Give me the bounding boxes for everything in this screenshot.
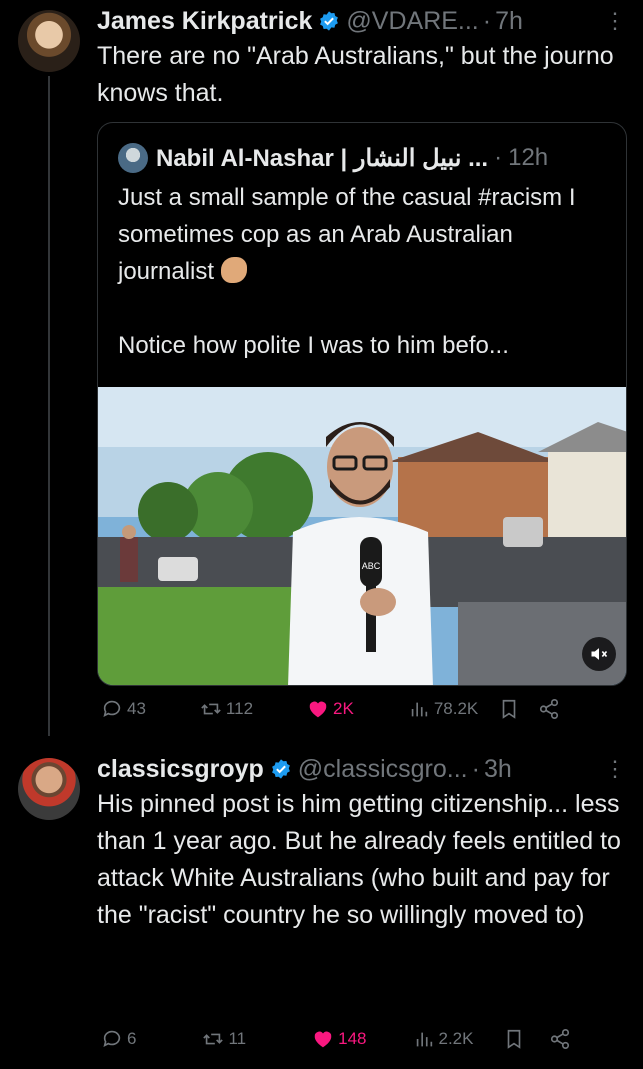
author-name[interactable]: James Kirkpatrick (97, 7, 312, 36)
views-icon (416, 1032, 432, 1047)
separator-dot: · (494, 144, 503, 171)
reply-button[interactable]: 43 (101, 698, 146, 720)
reply-count: 43 (127, 699, 146, 718)
tweet: James Kirkpatrick @VDARE... · 7h ⋮ There… (97, 4, 627, 112)
thread-connector-line (48, 76, 50, 736)
separator-dot: · (482, 6, 492, 35)
bookmark-button[interactable] (503, 1028, 525, 1050)
timestamp[interactable]: 3h (484, 755, 512, 784)
quoted-tweet-header: Nabil Al-Nashar | نبيل النشار ... · 12h (98, 123, 626, 173)
repost-button[interactable]: 11 (202, 1028, 246, 1050)
separator-dot: · (471, 754, 480, 783)
like-count: 2K (333, 699, 354, 718)
share-icon (551, 1029, 570, 1049)
reply-button[interactable]: 6 (101, 1028, 136, 1050)
repost-button[interactable]: 112 (200, 698, 253, 720)
tweet-text: There are no "Arab Australians," but the… (97, 42, 614, 107)
quoted-text: Just a small sample of the casual #racis… (98, 173, 626, 364)
like-button[interactable]: 2K (307, 698, 354, 720)
view-count: 78.2K (433, 699, 479, 718)
repost-count: 112 (225, 699, 254, 718)
more-options-icon[interactable]: ⋮ (604, 756, 627, 782)
repost-icon (201, 703, 221, 715)
quoted-tweet[interactable]: Nabil Al-Nashar | نبيل النشار ... · 12h … (97, 122, 627, 686)
quoted-avatar (118, 143, 148, 173)
share-icon (540, 699, 559, 719)
tweet-text: His pinned post is him getting citizensh… (97, 790, 621, 929)
more-options-icon[interactable]: ⋮ (604, 8, 627, 34)
tweet-actions: 43 112 2K 78.2K (97, 698, 627, 720)
mute-icon[interactable] (582, 637, 616, 671)
views-button[interactable]: 78.2K (408, 698, 478, 720)
tweet: classicsgroyp @classicsgro... · 3h ⋮ His… (97, 752, 627, 934)
like-button[interactable]: 148 (312, 1028, 367, 1050)
like-count: 148 (338, 1029, 367, 1048)
avatar[interactable] (18, 758, 80, 820)
timestamp[interactable]: 7h (495, 7, 523, 36)
microphone-logo: ABC (362, 561, 381, 571)
heart-icon (314, 1031, 332, 1048)
view-count: 2.2K (438, 1029, 474, 1048)
repost-count: 11 (228, 1029, 247, 1048)
heart-icon (309, 701, 327, 718)
pinching-hand-emoji (220, 257, 247, 283)
video-scene-image: ABC (98, 387, 626, 685)
tweet-header: classicsgroyp @classicsgro... · 3h ⋮ (97, 752, 627, 786)
video-thumbnail[interactable]: ABC (98, 387, 626, 685)
bookmark-button[interactable] (498, 698, 520, 720)
quoted-text-line1: Just a small sample of the casual #racis… (118, 184, 576, 285)
repost-icon (203, 1033, 224, 1045)
author-handle[interactable]: @VDARE... (346, 7, 478, 36)
reply-icon (103, 700, 121, 717)
share-button[interactable] (538, 698, 560, 720)
quoted-author-name: Nabil Al-Nashar | نبيل النشار ... (156, 144, 489, 172)
author-name[interactable]: classicsgroyp (97, 755, 264, 784)
author-handle[interactable]: @classicsgro... (298, 755, 468, 784)
tweet-header: James Kirkpatrick @VDARE... · 7h ⋮ (97, 4, 627, 38)
verified-badge-icon (271, 759, 290, 779)
tweet-actions: 6 11 148 2.2K (97, 1028, 627, 1050)
verified-badge-icon (320, 11, 339, 31)
reply-icon (103, 1030, 121, 1047)
reply-count: 6 (127, 1029, 137, 1048)
avatar[interactable] (18, 10, 80, 72)
bookmark-icon (502, 699, 516, 719)
bookmark-icon (508, 1029, 521, 1049)
share-button[interactable] (549, 1028, 571, 1050)
quoted-timestamp: 12h (508, 144, 549, 171)
views-button[interactable]: 2.2K (413, 1028, 474, 1050)
views-icon (411, 702, 427, 717)
quoted-text-line2: Notice how polite I was to him befo... (118, 332, 509, 359)
